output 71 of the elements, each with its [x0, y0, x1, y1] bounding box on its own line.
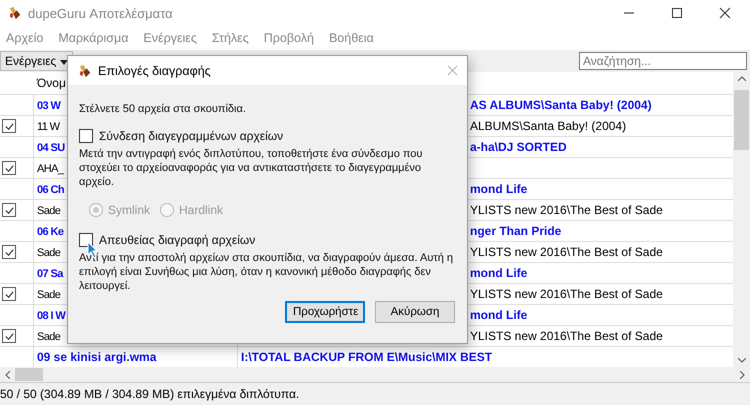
file-name: Sade	[37, 289, 60, 301]
file-name: 04 SU	[37, 142, 65, 154]
link-checkbox[interactable]	[79, 129, 93, 143]
menu-item[interactable]: Ενέργειες	[143, 31, 197, 45]
file-name: 06 Ke	[37, 226, 64, 238]
folder-path: YLISTS new 2016\The Best of Sade	[470, 329, 663, 343]
horizontal-scrollbar[interactable]	[0, 367, 750, 382]
radio-label: Symlink	[108, 203, 150, 217]
menu-item[interactable]: Προβολή	[264, 31, 314, 45]
scroll-thumb[interactable]	[734, 90, 749, 150]
app-icon	[8, 6, 22, 20]
checkmark-icon	[4, 120, 14, 132]
checkbox-label: Σύνδεση διαγεγραμμένων αρχείων	[99, 129, 284, 143]
folder-path: YLISTS new 2016\The Best of Sade	[470, 203, 663, 217]
row-checkbox[interactable]	[2, 287, 16, 301]
vertical-scrollbar[interactable]	[733, 72, 750, 367]
window-title: dupeGuru Αποτελέσματα	[28, 6, 173, 20]
scroll-down-icon[interactable]	[738, 358, 746, 363]
file-name: 03 W	[37, 100, 60, 112]
dialog-button[interactable]: Ακύρωση	[375, 301, 455, 323]
file-name: 08 I W	[37, 310, 66, 322]
option-description: Μετά την αντιγραφή ενός διπλοτύπου, τοποθετήστε ένα σύνδεσμο που στοχεύει το αρχείοαναφοράς για να αντικαταστήσετε το διαγεγραμμένο αρχείο.	[79, 147, 424, 189]
menu-item[interactable]: Στήλες	[212, 31, 249, 45]
file-name: 09 se kinisi argi.wma	[37, 350, 156, 364]
row-checkbox[interactable]	[2, 203, 16, 217]
file-name: 07 Sa	[37, 268, 63, 280]
scroll-thumb[interactable]	[15, 368, 43, 381]
status-text: 50 / 50 (304.89 MB / 304.89 MB) επιλεγμένα διπλότυπα.	[0, 387, 300, 401]
column-header[interactable]: Όνομ	[37, 76, 66, 90]
checkmark-icon	[4, 162, 14, 174]
folder-path: YLISTS new 2016\The Best of Sade	[470, 287, 663, 301]
file-name: Sade	[37, 331, 60, 343]
file-name: Sade	[37, 247, 60, 259]
folder-path: mond Life	[470, 308, 528, 322]
file-name: 06 Ch	[37, 184, 64, 196]
folder-path: a-ha\DJ SORTED	[470, 140, 567, 154]
folder-path: nger Than Pride	[470, 224, 562, 238]
file-name: 11 W	[37, 121, 60, 133]
menu-item[interactable]: Αρχείο	[6, 31, 44, 45]
checkmark-icon	[4, 246, 14, 258]
dialog-title: Επιλογές διαγραφής	[98, 64, 211, 78]
folder-path: mond Life	[470, 266, 528, 280]
scroll-right-icon[interactable]	[740, 370, 745, 378]
folder-path: YLISTS new 2016\The Best of Sade	[470, 245, 663, 259]
row-checkbox[interactable]	[2, 161, 16, 175]
checkmark-icon	[4, 204, 14, 216]
radio-label: Hardlink	[179, 203, 224, 217]
menu-item[interactable]: Βοήθεια	[328, 31, 374, 45]
row-checkbox[interactable]	[2, 329, 16, 343]
folder-path: mond Life	[470, 182, 528, 196]
folder-path: I:\TOTAL BACKUP FROM E\Music\MIX BEST	[241, 350, 492, 364]
folder-path: AS ALBUMS\Santa Baby! (2004)	[470, 98, 652, 112]
checkbox-label: Απευθείας διαγραφή αρχείων	[99, 233, 256, 247]
scroll-up-icon[interactable]	[738, 76, 746, 81]
row-checkbox[interactable]	[2, 119, 16, 133]
dialog-button[interactable]: Προχωρήστε	[285, 301, 365, 323]
folder-path: ALBUMS\Santa Baby! (2004)	[470, 119, 626, 133]
checkmark-icon	[4, 288, 14, 300]
app-icon	[78, 64, 92, 78]
actions-button[interactable]: Ενέργειες	[0, 51, 73, 71]
maximize-icon[interactable]	[671, 7, 683, 19]
checkmark-icon	[4, 330, 14, 342]
search-field[interactable]: Αναζήτηση...	[579, 52, 747, 70]
file-name: AHA_	[37, 163, 64, 175]
file-name: Sade	[37, 205, 60, 217]
dialog-message: Στέλνετε 50 αρχεία στα σκουπίδια.	[79, 103, 247, 115]
caret-icon	[60, 60, 68, 65]
menu-item[interactable]: Μαρκάρισμα	[58, 31, 128, 45]
close-icon[interactable]	[719, 7, 731, 19]
row-checkbox[interactable]	[2, 245, 16, 259]
scroll-left-icon[interactable]	[5, 370, 10, 378]
